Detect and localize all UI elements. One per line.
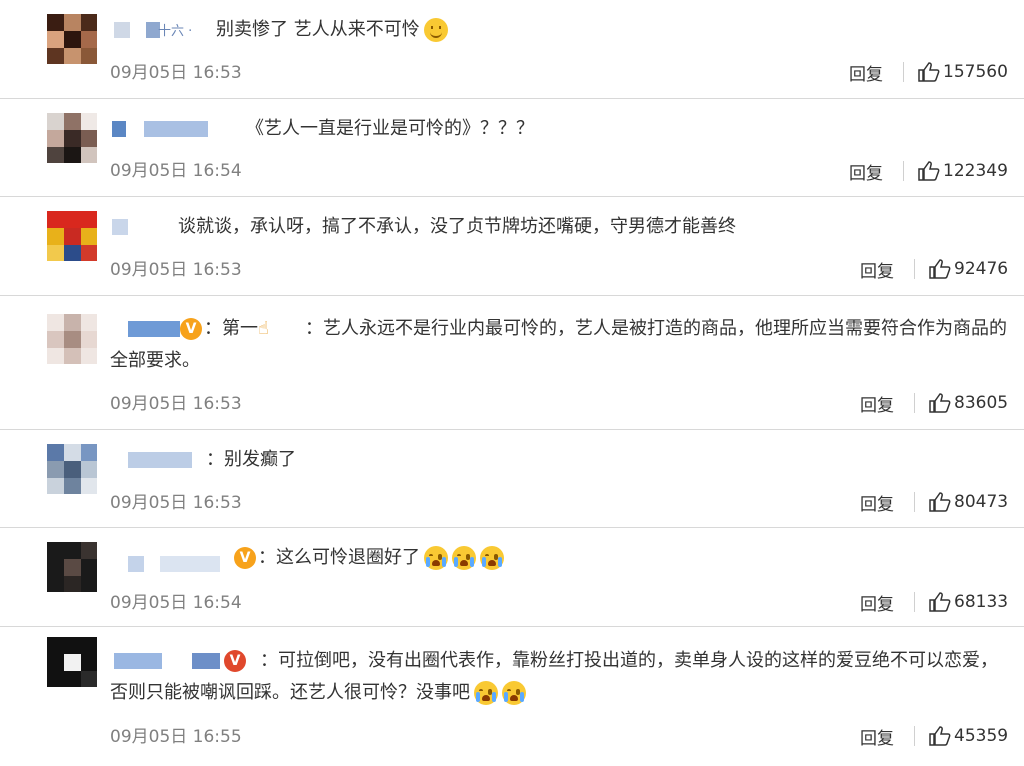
comment-text: 《艺人一直是行业是可怜的》？？？	[246, 118, 534, 139]
timestamp: 09月05日 16:54	[110, 593, 242, 613]
like-button[interactable]: 122349	[918, 161, 1008, 181]
divider	[914, 592, 915, 612]
crying-emoji-icon	[424, 546, 448, 570]
timestamp: 09月05日 16:54	[110, 161, 242, 181]
like-count: 68133	[954, 592, 1009, 612]
username-blurred[interactable]	[112, 121, 126, 137]
timestamp: 09月05日 16:53	[110, 493, 242, 513]
smile-emoji-icon	[423, 18, 448, 42]
divider	[914, 393, 915, 413]
comment-text: 别卖惨了 艺人从来不可怜	[216, 14, 448, 46]
verified-badge-icon: V	[234, 547, 256, 569]
thumbs-up-icon	[929, 259, 951, 279]
thumbs-up-icon	[929, 726, 951, 746]
reply-button[interactable]: 回复	[849, 159, 883, 184]
username-blurred[interactable]	[160, 556, 220, 572]
username-blurred[interactable]	[114, 22, 130, 38]
username-suffix: 十六 ·	[158, 24, 193, 39]
comment-item: 《艺人一直是行业是可怜的》？？？ 09月05日 16:54 回复 122349	[0, 99, 1024, 197]
avatar[interactable]	[47, 542, 97, 592]
like-button[interactable]: 68133	[929, 592, 1008, 612]
avatar[interactable]	[47, 637, 97, 687]
thumbs-up-icon	[929, 592, 951, 612]
thumbs-up-icon	[918, 62, 940, 82]
like-button[interactable]: 45359	[929, 726, 1008, 746]
avatar[interactable]	[47, 211, 97, 261]
reply-button[interactable]: 回复	[860, 490, 894, 515]
like-count: 80473	[954, 492, 1009, 512]
divider	[914, 259, 915, 279]
reply-button[interactable]: 回复	[860, 257, 894, 282]
thumbs-up-icon	[929, 393, 951, 413]
avatar[interactable]	[47, 113, 97, 163]
like-count: 157560	[943, 62, 1008, 82]
comment-item: V ：这么可怜退圈好了 09月05日 16:54 回复 68133	[0, 528, 1024, 627]
username-blurred[interactable]	[128, 452, 192, 468]
comment-item: V ：可拉倒吧，没有出圈代表作，靠粉丝打投出道的，卖单身人设的这样的爱豆绝不可以…	[0, 627, 1024, 766]
like-count: 83605	[954, 393, 1009, 413]
avatar[interactable]	[47, 314, 97, 364]
reply-button[interactable]: 回复	[860, 590, 894, 615]
like-count: 45359	[954, 726, 1009, 746]
like-count: 122349	[943, 161, 1008, 181]
comment-text: ：艺人永远不是行业内最可怜的，艺人是被打造的商品，他理所应当需要符合作为商品的全…	[110, 318, 1007, 371]
avatar[interactable]	[47, 444, 97, 494]
crying-emoji-icon	[452, 546, 476, 570]
like-button[interactable]: 92476	[929, 259, 1008, 279]
username-blurred[interactable]	[144, 121, 208, 137]
divider	[914, 492, 915, 512]
timestamp: 09月05日 16:53	[110, 394, 242, 414]
divider	[903, 62, 904, 82]
comment-text: ：可拉倒吧，没有出圈代表作，靠粉丝打投出道的，卖单身人设的这样的爱豆绝不可以恋爱…	[110, 650, 998, 705]
timestamp: 09月05日 16:53	[110, 260, 242, 280]
reply-button[interactable]: 回复	[860, 391, 894, 416]
comment-text: ：别发癫了	[206, 449, 296, 470]
like-button[interactable]: 80473	[929, 492, 1008, 512]
timestamp: 09月05日 16:55	[110, 727, 242, 747]
comment-item: ：别发癫了 09月05日 16:53 回复 80473	[0, 430, 1024, 528]
crying-emoji-icon	[502, 681, 526, 705]
thumbs-up-icon	[918, 161, 940, 181]
crying-emoji-icon	[474, 681, 498, 705]
username-blurred[interactable]	[112, 219, 128, 235]
comment-item: 谈就谈，承认呀，搞了不承认，没了贞节牌坊还嘴硬，守男德才能善终 09月05日 1…	[0, 197, 1024, 296]
like-button[interactable]: 83605	[929, 393, 1008, 413]
like-count: 92476	[954, 259, 1009, 279]
divider	[903, 161, 904, 181]
avatar[interactable]	[47, 14, 97, 64]
comment-item: V ：第一☝ ：艺人永远不是行业内最可怜的，艺人是被打造的商品，他理所应当需要符合…	[0, 296, 1024, 430]
comment-text: 谈就谈，承认呀，搞了不承认，没了贞节牌坊还嘴硬，守男德才能善终	[178, 216, 736, 237]
thumbs-up-icon	[929, 492, 951, 512]
username-blurred[interactable]	[128, 556, 144, 572]
comment-item: 十六 · 别卖惨了 艺人从来不可怜 09月05日 16:53 回复 157560	[0, 0, 1024, 99]
divider	[914, 726, 915, 746]
reply-button[interactable]: 回复	[860, 724, 894, 749]
comment-text: V ：这么可怜退圈好了	[230, 542, 504, 574]
reply-button[interactable]: 回复	[849, 60, 883, 85]
like-button[interactable]: 157560	[918, 62, 1008, 82]
crying-emoji-icon	[480, 546, 504, 570]
timestamp: 09月05日 16:53	[110, 63, 242, 83]
